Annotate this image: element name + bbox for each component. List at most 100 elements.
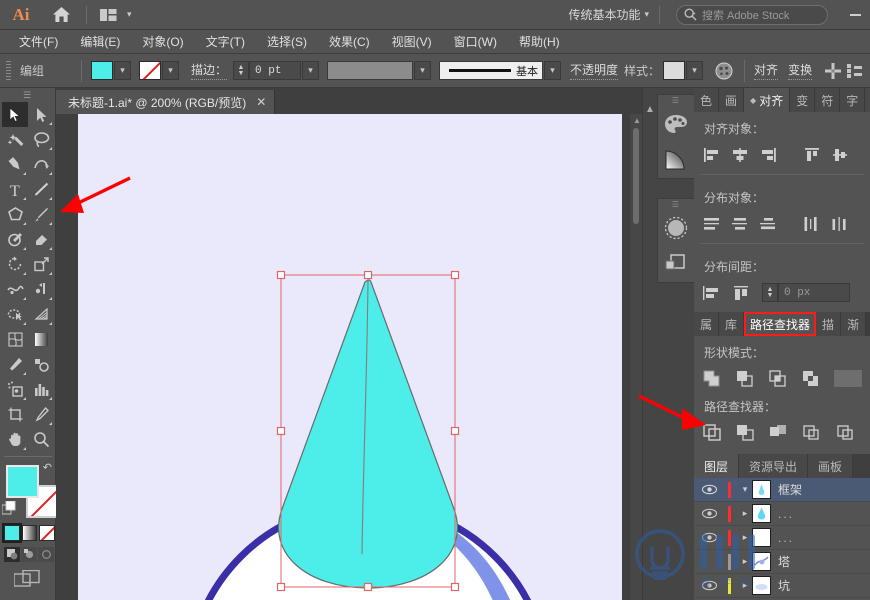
visibility-toggle-icon[interactable]	[698, 484, 720, 495]
fill-swatch[interactable]	[91, 61, 113, 80]
hand-tool[interactable]	[2, 427, 28, 452]
layer-name[interactable]: ...	[778, 507, 794, 521]
expand-button[interactable]	[834, 370, 862, 387]
align-center-icon[interactable]	[822, 60, 844, 82]
tab-symbols[interactable]: 符	[815, 88, 841, 112]
distribute-top-button[interactable]	[702, 214, 722, 233]
table-row[interactable]: ▸ ...	[694, 526, 870, 550]
tab-layers[interactable]: 图层	[694, 454, 740, 478]
menu-edit[interactable]: 编辑(E)	[69, 30, 131, 54]
menu-select[interactable]: 选择(S)	[256, 30, 318, 54]
draw-behind-button[interactable]	[21, 547, 37, 562]
tab-align[interactable]: ◆ 对齐	[744, 88, 791, 112]
horizontal-distribute-space-button[interactable]	[732, 283, 752, 302]
color-panel-icon[interactable]	[658, 106, 694, 142]
table-row[interactable]: ▾ 框架	[694, 478, 870, 502]
recolor-artwork-icon[interactable]	[713, 60, 735, 82]
intersect-button[interactable]	[768, 369, 788, 388]
scroll-up-icon[interactable]: ▲	[633, 116, 641, 125]
gradient-tool[interactable]	[28, 327, 54, 352]
distribute-center-vertical-button[interactable]	[730, 214, 750, 233]
swap-fill-stroke-icon[interactable]: ↶	[43, 461, 52, 474]
scrollbar-thumb[interactable]	[633, 128, 639, 224]
shaper-tool[interactable]	[2, 227, 28, 252]
unite-button[interactable]	[702, 369, 722, 388]
draw-inside-button[interactable]	[38, 547, 54, 562]
spacing-value-control[interactable]: ▲ ▼ 0 px	[762, 283, 850, 302]
menu-window[interactable]: 窗口(W)	[443, 30, 508, 54]
artboard[interactable]	[78, 114, 622, 600]
selection-tool[interactable]	[2, 102, 28, 127]
merge-button[interactable]	[768, 423, 788, 442]
stroke-weight-dropdown[interactable]: ▾	[302, 61, 320, 80]
tab-color[interactable]: 色	[694, 88, 720, 112]
align-link[interactable]: 对齐	[754, 61, 779, 80]
fill-color-control[interactable]: ▾	[91, 61, 131, 80]
distribute-bottom-button[interactable]	[758, 214, 778, 233]
layer-name[interactable]: 塔	[778, 553, 790, 570]
artboard-tool[interactable]	[2, 402, 28, 427]
slice-tool[interactable]	[28, 402, 54, 427]
menu-effect[interactable]: 效果(C)	[318, 30, 381, 54]
width-tool[interactable]	[2, 277, 28, 302]
tab-brushes[interactable]: 画	[719, 88, 745, 112]
layer-name[interactable]: 坑	[778, 577, 790, 594]
workspace-switcher[interactable]: 传统基本功能 ▾	[564, 6, 653, 23]
menu-view[interactable]: 视图(V)	[381, 30, 443, 54]
transparency-panel-icon[interactable]	[658, 210, 694, 246]
chevron-down-icon[interactable]: ▾	[738, 484, 752, 495]
divide-button[interactable]	[702, 423, 722, 442]
type-tool[interactable]: T	[2, 177, 28, 202]
paintbrush-tool[interactable]	[28, 202, 54, 227]
fill-dropdown-button[interactable]: ▾	[114, 61, 131, 80]
screen-mode-button[interactable]	[0, 570, 55, 587]
menu-file[interactable]: 文件(F)	[8, 30, 69, 54]
table-row[interactable]: ▸ 坑	[694, 574, 870, 598]
arrange-chevron-down-icon[interactable]: ▾	[127, 9, 132, 20]
menu-type[interactable]: 文字(T)	[195, 30, 256, 54]
document-tab[interactable]: 未标题-1.ai* @ 200% (RGB/预览) ✕	[56, 90, 276, 114]
align-right-button[interactable]	[758, 145, 778, 164]
stroke-weight-label[interactable]: 描边：	[191, 61, 228, 80]
tab-artboards[interactable]: 画板	[808, 454, 854, 478]
none-mode-button[interactable]	[39, 525, 56, 541]
shape-builder-tool[interactable]	[2, 302, 28, 327]
tab-transform[interactable]: 变	[790, 88, 816, 112]
stroke-swatch-none[interactable]	[139, 61, 161, 80]
magic-wand-tool[interactable]	[2, 127, 28, 152]
arrange-documents-icon[interactable]	[93, 0, 123, 30]
canvas-area[interactable]: ▲	[56, 114, 642, 600]
color-mode-button[interactable]	[2, 523, 22, 543]
layer-name[interactable]: ...	[778, 531, 794, 545]
style-dropdown[interactable]: ▾	[686, 61, 704, 80]
menu-help[interactable]: 帮助(H)	[508, 30, 571, 54]
draw-normal-button[interactable]	[4, 547, 20, 562]
chevron-right-icon[interactable]: ▸	[738, 580, 752, 591]
curvature-tool[interactable]	[28, 152, 54, 177]
table-row[interactable]: ▸ 塔	[694, 550, 870, 574]
line-segment-tool[interactable]	[28, 177, 54, 202]
pen-tool[interactable]	[2, 152, 28, 177]
chevron-right-icon[interactable]: ▸	[738, 556, 752, 567]
layer-name[interactable]: 框架	[778, 481, 802, 498]
distribute-icon[interactable]	[844, 60, 866, 82]
spacing-stepper[interactable]: ▲ ▼	[762, 283, 778, 302]
column-graph-tool[interactable]	[28, 377, 54, 402]
align-center-vertical-button[interactable]	[830, 145, 850, 164]
align-top-button[interactable]	[802, 145, 822, 164]
vertical-scrollbar[interactable]: ▲	[630, 114, 642, 600]
tab-character[interactable]: 字	[840, 88, 866, 112]
stroke-weight-input[interactable]: 0 pt	[249, 61, 302, 80]
distribute-center-horizontal-button[interactable]	[830, 214, 850, 233]
rotate-tool[interactable]	[2, 252, 28, 277]
visibility-toggle-icon[interactable]	[698, 580, 720, 591]
align-left-button[interactable]	[702, 145, 722, 164]
outline-button[interactable]	[834, 423, 854, 442]
table-row[interactable]: ▸ ...	[694, 502, 870, 526]
close-icon[interactable]: ✕	[256, 95, 266, 109]
stroke-weight-stepper[interactable]: ▲ ▼	[233, 61, 250, 80]
spacing-input[interactable]: 0 px	[778, 283, 850, 302]
stroke-dropdown-button[interactable]: ▾	[162, 61, 179, 80]
tools-panel-grip[interactable]: ☰	[0, 88, 55, 102]
tab-pathfinder[interactable]: 路径查找器	[744, 312, 817, 336]
